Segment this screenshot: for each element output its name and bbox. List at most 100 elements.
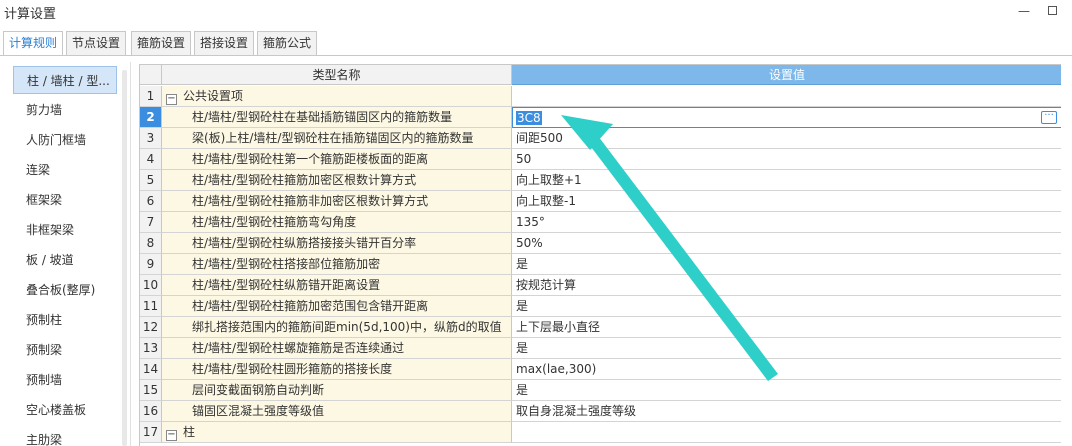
row-value[interactable]: 50%: [512, 233, 1061, 254]
group-label: 柱: [183, 425, 196, 439]
title-bar: 计算设置 —: [0, 0, 1072, 28]
collapse-icon[interactable]: −: [166, 94, 177, 105]
table-row[interactable]: 5 柱/墙柱/型钢砼柱箍筋加密区根数计算方式 向上取整+1: [140, 170, 1061, 191]
row-value[interactable]: max(lae,300): [512, 359, 1061, 380]
sidebar-item-non-frame-beam[interactable]: 非框架梁: [13, 216, 117, 244]
row-number: 7: [140, 212, 162, 233]
row-number: 14: [140, 359, 162, 380]
tab-calc-rules[interactable]: 计算规则: [3, 31, 63, 56]
column-header-type-name[interactable]: 类型名称: [162, 65, 512, 85]
row-number-header: [140, 65, 162, 85]
sidebar-scrollbar[interactable]: [122, 70, 127, 446]
row-name: 柱/墙柱/型钢砼柱在基础插筋锚固区内的箍筋数量: [162, 107, 512, 128]
row-number: 12: [140, 317, 162, 338]
table-row[interactable]: 14 柱/墙柱/型钢砼柱圆形箍筋的搭接长度 max(lae,300): [140, 359, 1061, 380]
sidebar-item-frame-beam[interactable]: 框架梁: [13, 186, 117, 214]
table-row[interactable]: 11 柱/墙柱/型钢砼柱箍筋加密范围包含错开距离 是: [140, 296, 1061, 317]
table-row[interactable]: 9 柱/墙柱/型钢砼柱搭接部位箍筋加密 是: [140, 254, 1061, 275]
row-name: 柱/墙柱/型钢砼柱箍筋加密范围包含错开距离: [162, 296, 512, 317]
settings-table: 类型名称 设置值 1 − 公共设置项 2 柱/墙柱/型钢砼柱在基础插筋锚固区内的箍…: [139, 64, 1061, 446]
sidebar-item-hollow-floor-slab[interactable]: 空心楼盖板: [13, 396, 117, 424]
row-name: − 公共设置项: [162, 86, 512, 107]
table-row[interactable]: 3 梁(板)上柱/墙柱/型钢砼柱在插筋锚固区内的箍筋数量 间距500: [140, 128, 1061, 149]
row-value[interactable]: 50: [512, 149, 1061, 170]
row-number: 5: [140, 170, 162, 191]
sidebar-item-precast-wall[interactable]: 预制墙: [13, 366, 117, 394]
row-number: 10: [140, 275, 162, 296]
tab-lap-settings[interactable]: 搭接设置: [194, 31, 254, 55]
row-name: 柱/墙柱/型钢砼柱箍筋加密区根数计算方式: [162, 170, 512, 191]
row-value[interactable]: 是: [512, 380, 1061, 401]
minimize-icon[interactable]: —: [1014, 2, 1034, 22]
row-value[interactable]: 是: [512, 338, 1061, 359]
row-name: 绑扎搭接范围内的箍筋间距min(5d,100)中，纵筋d的取值: [162, 317, 512, 338]
row-value[interactable]: 135°: [512, 212, 1061, 233]
row-value[interactable]: 取自身混凝土强度等级: [512, 401, 1061, 422]
row-number: 8: [140, 233, 162, 254]
row-value: [512, 86, 1061, 107]
row-number: 13: [140, 338, 162, 359]
sidebar-item-civil-defense-door-frame-wall[interactable]: 人防门框墙: [13, 126, 117, 154]
table-row[interactable]: 16 锚固区混凝土强度等级值 取自身混凝土强度等级: [140, 401, 1061, 422]
row-name: 柱/墙柱/型钢砼柱圆形箍筋的搭接长度: [162, 359, 512, 380]
row-number: 4: [140, 149, 162, 170]
row-number: 1: [140, 86, 162, 107]
row-value[interactable]: 向上取整-1: [512, 191, 1061, 212]
group-label: 公共设置项: [183, 89, 244, 103]
table-row[interactable]: 15 层间变截面钢筋自动判断 是: [140, 380, 1061, 401]
sidebar-item-composite-slab[interactable]: 叠合板(整厚): [13, 276, 117, 304]
sidebar-item-coupling-beam[interactable]: 连梁: [13, 156, 117, 184]
ellipsis-button[interactable]: ···: [1041, 111, 1057, 124]
table-row[interactable]: 4 柱/墙柱/型钢砼柱第一个箍筋距楼板面的距离 50: [140, 149, 1061, 170]
row-number: 15: [140, 380, 162, 401]
tab-divider: [0, 55, 1072, 56]
row-number: 6: [140, 191, 162, 212]
row-name: 柱/墙柱/型钢砼柱第一个箍筋距楼板面的距离: [162, 149, 512, 170]
sidebar-item-precast-column[interactable]: 预制柱: [13, 306, 117, 334]
row-name: − 柱: [162, 422, 512, 443]
sidebar-item-slab-ramp[interactable]: 板 / 坡道: [13, 246, 117, 274]
table-row[interactable]: 12 绑扎搭接范围内的箍筋间距min(5d,100)中，纵筋d的取值 上下层最小…: [140, 317, 1061, 338]
component-sidebar: 柱 / 墙柱 / 型... 剪力墙 人防门框墙 连梁 框架梁 非框架梁 板 / …: [9, 62, 131, 446]
sidebar-item-main-rib-beam[interactable]: 主肋梁: [13, 426, 117, 446]
row-name: 柱/墙柱/型钢砼柱搭接部位箍筋加密: [162, 254, 512, 275]
row-value[interactable]: 间距500: [512, 128, 1061, 149]
sidebar-item-precast-beam[interactable]: 预制梁: [13, 336, 117, 364]
row-number: 17: [140, 422, 162, 443]
row-name: 柱/墙柱/型钢砼柱螺旋箍筋是否连续通过: [162, 338, 512, 359]
column-header-setting-value[interactable]: 设置值: [512, 65, 1061, 85]
row-number: 2: [140, 107, 162, 128]
table-row-group[interactable]: 17 − 柱: [140, 422, 1061, 443]
row-number: 11: [140, 296, 162, 317]
table-row[interactable]: 7 柱/墙柱/型钢砼柱箍筋弯勾角度 135°: [140, 212, 1061, 233]
row-value: [512, 422, 1061, 443]
window-title: 计算设置: [4, 7, 57, 22]
table-row[interactable]: 6 柱/墙柱/型钢砼柱箍筋非加密区根数计算方式 向上取整-1: [140, 191, 1061, 212]
row-number: 9: [140, 254, 162, 275]
table-row-group[interactable]: 1 − 公共设置项: [140, 86, 1061, 107]
table-row[interactable]: 2 柱/墙柱/型钢砼柱在基础插筋锚固区内的箍筋数量 3C8 ···: [140, 107, 1061, 128]
selected-value-text[interactable]: 3C8: [516, 111, 542, 125]
row-number: 3: [140, 128, 162, 149]
tab-stirrup-settings[interactable]: 箍筋设置: [131, 31, 191, 55]
tab-node-settings[interactable]: 节点设置: [66, 31, 126, 55]
sidebar-item-shear-wall[interactable]: 剪力墙: [13, 96, 117, 124]
row-value[interactable]: 是: [512, 254, 1061, 275]
row-name: 层间变截面钢筋自动判断: [162, 380, 512, 401]
table-row[interactable]: 13 柱/墙柱/型钢砼柱螺旋箍筋是否连续通过 是: [140, 338, 1061, 359]
maximize-icon[interactable]: [1042, 2, 1062, 22]
row-number: 16: [140, 401, 162, 422]
row-value[interactable]: 上下层最小直径: [512, 317, 1061, 338]
row-value[interactable]: 是: [512, 296, 1061, 317]
row-name: 柱/墙柱/型钢砼柱纵筋错开距离设置: [162, 275, 512, 296]
row-value[interactable]: 按规范计算: [512, 275, 1061, 296]
table-row[interactable]: 8 柱/墙柱/型钢砼柱纵筋搭接接头错开百分率 50%: [140, 233, 1061, 254]
row-name: 锚固区混凝土强度等级值: [162, 401, 512, 422]
tab-stirrup-formula[interactable]: 箍筋公式: [257, 31, 317, 55]
row-value-editor[interactable]: 3C8 ···: [512, 107, 1061, 128]
row-name: 梁(板)上柱/墙柱/型钢砼柱在插筋锚固区内的箍筋数量: [162, 128, 512, 149]
sidebar-item-column[interactable]: 柱 / 墙柱 / 型...: [13, 66, 117, 94]
table-row[interactable]: 10 柱/墙柱/型钢砼柱纵筋错开距离设置 按规范计算: [140, 275, 1061, 296]
collapse-icon[interactable]: −: [166, 430, 177, 441]
row-value[interactable]: 向上取整+1: [512, 170, 1061, 191]
